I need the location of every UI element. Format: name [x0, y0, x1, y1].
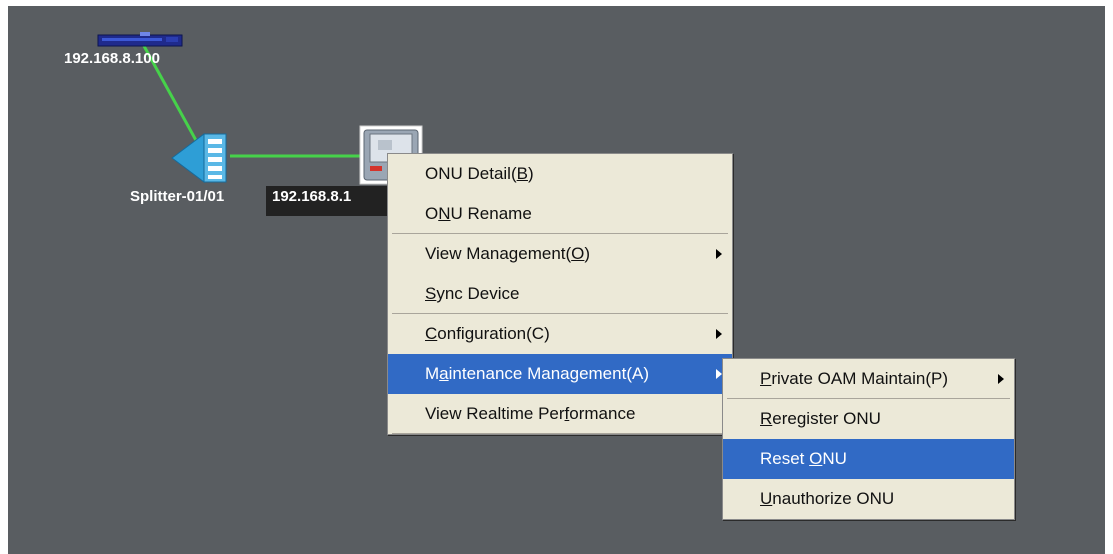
menu-mnemonic: R	[760, 409, 773, 428]
context-menu-item-5[interactable]: Maintenance Management(A)	[388, 354, 732, 394]
submenu-arrow-icon	[998, 374, 1004, 384]
menu-label-post: intenance Management(A)	[448, 364, 649, 383]
menu-label-post: ync Device	[436, 284, 520, 303]
menu-label-post: onfiguration(C)	[437, 324, 550, 343]
splitter-icon	[171, 133, 227, 183]
menu-mnemonic: P	[760, 369, 772, 388]
submenu-item-3[interactable]: Unauthorize ONU	[723, 479, 1014, 519]
menu-mnemonic: B	[516, 164, 528, 183]
menu-label-pre: View Realtime Per	[425, 404, 565, 423]
maintenance-submenu: Private OAM Maintain(P) Reregister ONU Res…	[722, 358, 1015, 520]
menu-label-pre: Reset	[760, 449, 810, 468]
submenu-arrow-icon	[716, 329, 722, 339]
menu-label-post: )	[584, 244, 591, 263]
menu-label-post: ormance	[569, 404, 636, 423]
submenu-item-2[interactable]: Reset ONU	[723, 439, 1014, 479]
onu-label: 192.168.8.1	[272, 188, 352, 205]
menu-mnemonic: S	[425, 284, 437, 303]
onu-label-box[interactable]: 192.168.8.1	[266, 186, 394, 216]
context-menu-item-3[interactable]: Sync Device	[388, 274, 732, 314]
menu-label-pre: ONU Detail(	[425, 164, 517, 183]
splitter-device[interactable]	[168, 130, 234, 186]
olt-icon	[97, 32, 183, 47]
menu-label-post: U Rename	[450, 204, 532, 223]
menu-mnemonic: a	[439, 364, 449, 383]
submenu-item-0[interactable]: Private OAM Maintain(P)	[723, 359, 1014, 399]
context-menu: ONU Detail(B) ONU Rename View Management(O…	[387, 153, 733, 435]
menu-mnemonic: O	[571, 244, 585, 263]
menu-mnemonic: O	[809, 449, 823, 468]
menu-label-pre: View Management(	[425, 244, 572, 263]
menu-mnemonic: C	[425, 324, 438, 343]
context-menu-item-6[interactable]: View Realtime Performance	[388, 394, 732, 434]
menu-mnemonic: N	[438, 204, 451, 223]
submenu-item-1[interactable]: Reregister ONU	[723, 399, 1014, 439]
menu-mnemonic: U	[760, 489, 773, 508]
context-menu-item-4[interactable]: Configuration(C)	[388, 314, 732, 354]
olt-label[interactable]: 192.168.8.100	[64, 50, 160, 67]
menu-label-post: NU	[822, 449, 847, 468]
context-menu-item-0[interactable]: ONU Detail(B)	[388, 154, 732, 194]
menu-label-pre: O	[425, 204, 439, 223]
submenu-arrow-icon	[716, 249, 722, 259]
menu-label-post: )	[527, 164, 534, 183]
menu-label-post: eregister ONU	[772, 409, 881, 428]
menu-label-pre: M	[425, 364, 440, 383]
menu-label-post: nauthorize ONU	[772, 489, 895, 508]
splitter-label[interactable]: Splitter-01/01	[130, 188, 224, 205]
olt-device[interactable]	[96, 30, 184, 50]
menu-label-post: rivate OAM Maintain(P)	[771, 369, 949, 388]
context-menu-item-2[interactable]: View Management(O)	[388, 234, 732, 274]
context-menu-item-1[interactable]: ONU Rename	[388, 194, 732, 234]
